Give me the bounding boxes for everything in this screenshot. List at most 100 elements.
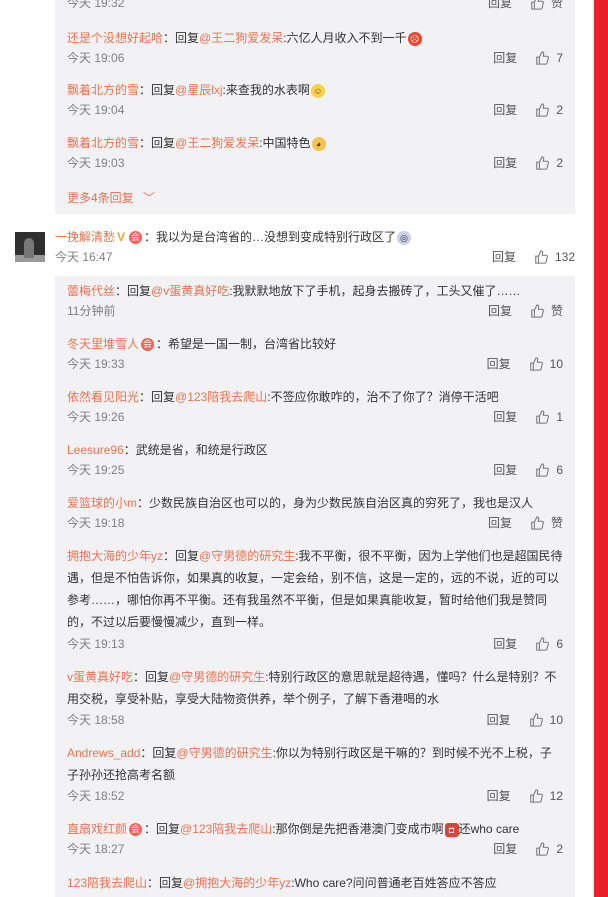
reply-content: Leesure96：武统是省，和统是行政区 — [67, 439, 563, 461]
comment-time: 11分钟前 — [67, 304, 116, 318]
thumb-up-icon — [536, 841, 550, 856]
mention-link[interactable]: @123陪我去爬山 — [180, 822, 272, 836]
thumb-up-icon — [536, 102, 550, 117]
reply-button[interactable]: 回复 — [488, 514, 512, 531]
reply-label: ：回复 — [147, 876, 184, 890]
reply-button[interactable]: 回复 — [493, 408, 517, 425]
reply-text: ：少数民族自治区也可以的，身为少数民族自治区真的穷死了，我也是汉人 — [137, 496, 534, 510]
like-button[interactable]: 132 — [534, 250, 575, 264]
comment-time: 今天 19:26 — [67, 410, 125, 424]
like-button[interactable]: 6 — [535, 637, 563, 651]
comment-actions: 回复 赞 — [488, 302, 563, 319]
thumb-up-icon — [529, 788, 543, 803]
sub-reply-item: Andrews_add：回复@守男德的研究生:你以为特别行政区是干嘛的？到时候不… — [67, 742, 563, 807]
mention-link[interactable]: @123陪我去爬山 — [175, 390, 267, 404]
like-button[interactable]: 6 — [535, 463, 563, 477]
comment-time: 今天 19:03 — [67, 156, 125, 170]
reply-button[interactable]: 回复 — [493, 635, 517, 652]
like-button[interactable]: 赞 — [530, 302, 563, 319]
mention-link[interactable]: @王二狗爱发呆 — [199, 31, 283, 45]
like-count: 2 — [556, 155, 563, 170]
user-name[interactable]: 还是个没想好起哈 — [67, 31, 163, 45]
mention-link[interactable]: @守男德的研究生 — [176, 746, 272, 760]
reply-content: 冬天里堆雪人会：希望是一国一制，台湾省比较好 — [67, 333, 563, 355]
like-count: 6 — [556, 462, 563, 477]
more-replies-link[interactable]: 更多4条回复 ﹀ — [67, 189, 155, 206]
user-name[interactable]: 冬天里堆雪人 — [67, 337, 139, 351]
reply-content: 直扇戏红颜会：回复@123陪我去爬山:那你倒是先把香港澳门变成市啊 ◘ 还who c… — [67, 818, 563, 840]
like-button[interactable]: 10 — [529, 357, 563, 371]
user-name[interactable]: 蕾梅代丝 — [67, 284, 115, 298]
comment-time: 今天 18:27 — [67, 842, 125, 856]
comment-actions: 回复 2 — [493, 840, 563, 857]
user-name[interactable]: Andrews_add — [67, 746, 140, 760]
reply-button[interactable]: 回复 — [493, 101, 517, 118]
reply-text: :我不平衡，很不平衡，因为上学他们也是超国民待 — [295, 549, 563, 563]
like-count: 赞 — [550, 304, 563, 318]
member-badge-icon: 会 — [141, 338, 155, 352]
mention-link[interactable]: @拥抱大海的少年yz — [183, 876, 291, 890]
user-name[interactable]: 飘着北方的雪 — [67, 136, 139, 150]
user-name[interactable]: 123陪我去爬山 — [67, 876, 147, 890]
mention-link[interactable]: @守男德的研究生 — [199, 549, 295, 563]
reply-button[interactable]: 回复 — [493, 154, 517, 171]
user-name[interactable]: 一挽解清愁 — [55, 230, 115, 244]
comment-actions: 回复 6 — [493, 635, 563, 652]
reply-content: 爱篮球的小m：少数民族自治区也可以的，身为少数民族自治区真的穷死了，我也是汉人 — [67, 492, 563, 514]
reply-content: 拥抱大海的少年yz：回复@守男德的研究生:我不平衡，很不平衡，因为上学他们也是超… — [67, 545, 563, 567]
user-name[interactable]: Leesure96 — [67, 443, 124, 457]
like-button[interactable]: 12 — [529, 789, 563, 803]
sub-reply-item: 直扇戏红颜会：回复@123陪我去爬山:那你倒是先把香港澳门变成市啊 ◘ 还who c… — [67, 818, 563, 860]
side-red-bar — [594, 0, 608, 897]
like-button[interactable]: 2 — [535, 103, 563, 117]
mention-link[interactable]: @守男德的研究生 — [169, 670, 265, 684]
user-name[interactable]: 依然看见阳光 — [67, 390, 139, 404]
reply-button[interactable]: 回复 — [492, 248, 516, 265]
reply-text: :Who care?问问普通老百姓答应不答应 — [291, 876, 497, 890]
member-badge-icon: 会 — [129, 823, 143, 837]
reply-label: ：回复 — [163, 31, 200, 45]
reply-text: :那你倒是先把香港澳门变成市啊 — [272, 822, 444, 836]
comment-time: 今天 18:52 — [67, 789, 125, 803]
avatar[interactable] — [15, 232, 45, 262]
user-name[interactable]: 直扇戏红颜 — [67, 822, 127, 836]
comment-time: 今天 16:47 — [55, 250, 113, 264]
reply-button[interactable]: 回复 — [487, 355, 511, 372]
reply-content: 蕾梅代丝：回复@v蛋黄真好吃:我默默地放下了手机，起身去搬砖了，工头又催了…… — [67, 280, 563, 302]
like-button[interactable]: 10 — [529, 713, 563, 727]
reply-text: :我默默地放下了手机，起身去搬砖了，工头又催了…… — [229, 284, 521, 298]
comment-actions: 回复 赞 — [488, 514, 563, 531]
sub-reply-item: 飘着北方的雪：回复@星辰lxj:来查我的水表啊 ☺ 今天 19:04 回复 2 — [67, 79, 563, 123]
reply-button[interactable]: 回复 — [488, 302, 512, 319]
reply-text: :特别行政区的意思就是超待遇，懂吗？什么是特别？不 — [265, 670, 557, 684]
user-name[interactable]: v蛋黄真好吃 — [67, 670, 133, 684]
partial-row: 今天 19:32 回复 赞 — [67, 0, 563, 12]
user-name[interactable]: 飘着北方的雪 — [67, 83, 139, 97]
user-name[interactable]: 拥抱大海的少年yz — [67, 549, 163, 563]
like-button[interactable]: 7 — [535, 51, 563, 65]
thinking-face-icon: ☺ — [310, 83, 325, 98]
sub-reply-item: 依然看见阳光：回复@123陪我去爬山:不签应你敢咋的，治不了你了？消停干活吧 今… — [67, 386, 563, 428]
comment-actions: 回复 1 — [493, 408, 563, 425]
like-button[interactable]: 赞 — [530, 0, 563, 11]
reply-text-line: 用交税，享受补贴，享受大陆物资供养，举个例子，了解下香港喝的水 — [67, 692, 440, 706]
like-button[interactable]: 1 — [535, 410, 563, 424]
reply-button[interactable]: 回复 — [487, 787, 511, 804]
mention-link[interactable]: @v蛋黄真好吃 — [151, 284, 229, 298]
reply-button[interactable]: 回复 — [487, 711, 511, 728]
mention-link[interactable]: @王二狗爱发呆 — [175, 136, 259, 150]
reply-button[interactable]: 回复 — [493, 49, 517, 66]
reply-text: ：希望是一国一制，台湾省比较好 — [156, 337, 337, 351]
comment-time: 今天 19:04 — [67, 103, 125, 117]
reply-label: ：回复 — [133, 670, 170, 684]
reply-button[interactable]: 回复 — [493, 461, 517, 478]
reply-content: 123陪我去爬山：回复@拥抱大海的少年yz:Who care?问问普通老百姓答应… — [67, 872, 563, 894]
like-button[interactable]: 2 — [535, 842, 563, 856]
user-name[interactable]: 爱篮球的小m — [67, 496, 137, 510]
like-button[interactable]: 赞 — [530, 514, 563, 531]
reply-button[interactable]: 回复 — [488, 0, 512, 11]
like-button[interactable]: 2 — [535, 156, 563, 170]
thumb-up-icon — [536, 409, 550, 424]
mention-link[interactable]: @星辰lxj — [175, 83, 223, 97]
reply-button[interactable]: 回复 — [493, 840, 517, 857]
